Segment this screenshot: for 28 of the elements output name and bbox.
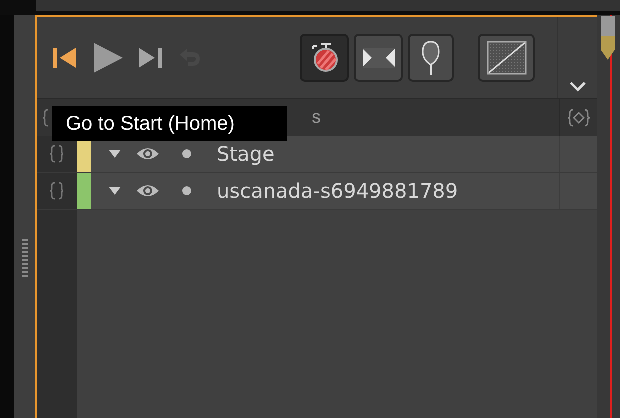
braces-icon[interactable]	[50, 145, 64, 163]
play-button[interactable]	[92, 42, 124, 74]
column-header: s	[312, 106, 321, 129]
go-to-start-button[interactable]	[52, 46, 78, 70]
braces-icon[interactable]	[50, 182, 64, 200]
keyframe-braces-icon[interactable]	[566, 108, 590, 128]
easing-icon	[486, 40, 526, 74]
disclosure-triangle-icon[interactable]	[109, 150, 121, 158]
disclosure-triangle-icon[interactable]	[109, 187, 121, 195]
go-to-end-button[interactable]	[138, 46, 164, 68]
eye-icon[interactable]	[136, 184, 160, 198]
layer-row[interactable]: Stage	[91, 136, 597, 172]
pin-button[interactable]	[408, 34, 454, 82]
layer-name: uscanada-s6949881789	[217, 178, 458, 205]
layer-name: Stage	[217, 141, 275, 168]
easing-button[interactable]	[478, 34, 535, 82]
dot-icon[interactable]	[182, 186, 192, 196]
dot-icon[interactable]	[182, 149, 192, 159]
bounds-button[interactable]	[354, 34, 403, 82]
eye-icon[interactable]	[136, 147, 160, 161]
layer-row[interactable]: uscanada-s6949881789	[91, 173, 597, 209]
bounds-icon	[362, 46, 394, 70]
tooltip: Go to Start (Home)	[52, 106, 287, 141]
pin-icon	[421, 40, 441, 76]
playhead-handle[interactable]	[600, 16, 616, 60]
chevron-down-icon[interactable]	[570, 82, 586, 92]
resize-grip[interactable]	[22, 239, 28, 279]
stopwatch-button[interactable]	[300, 34, 349, 82]
